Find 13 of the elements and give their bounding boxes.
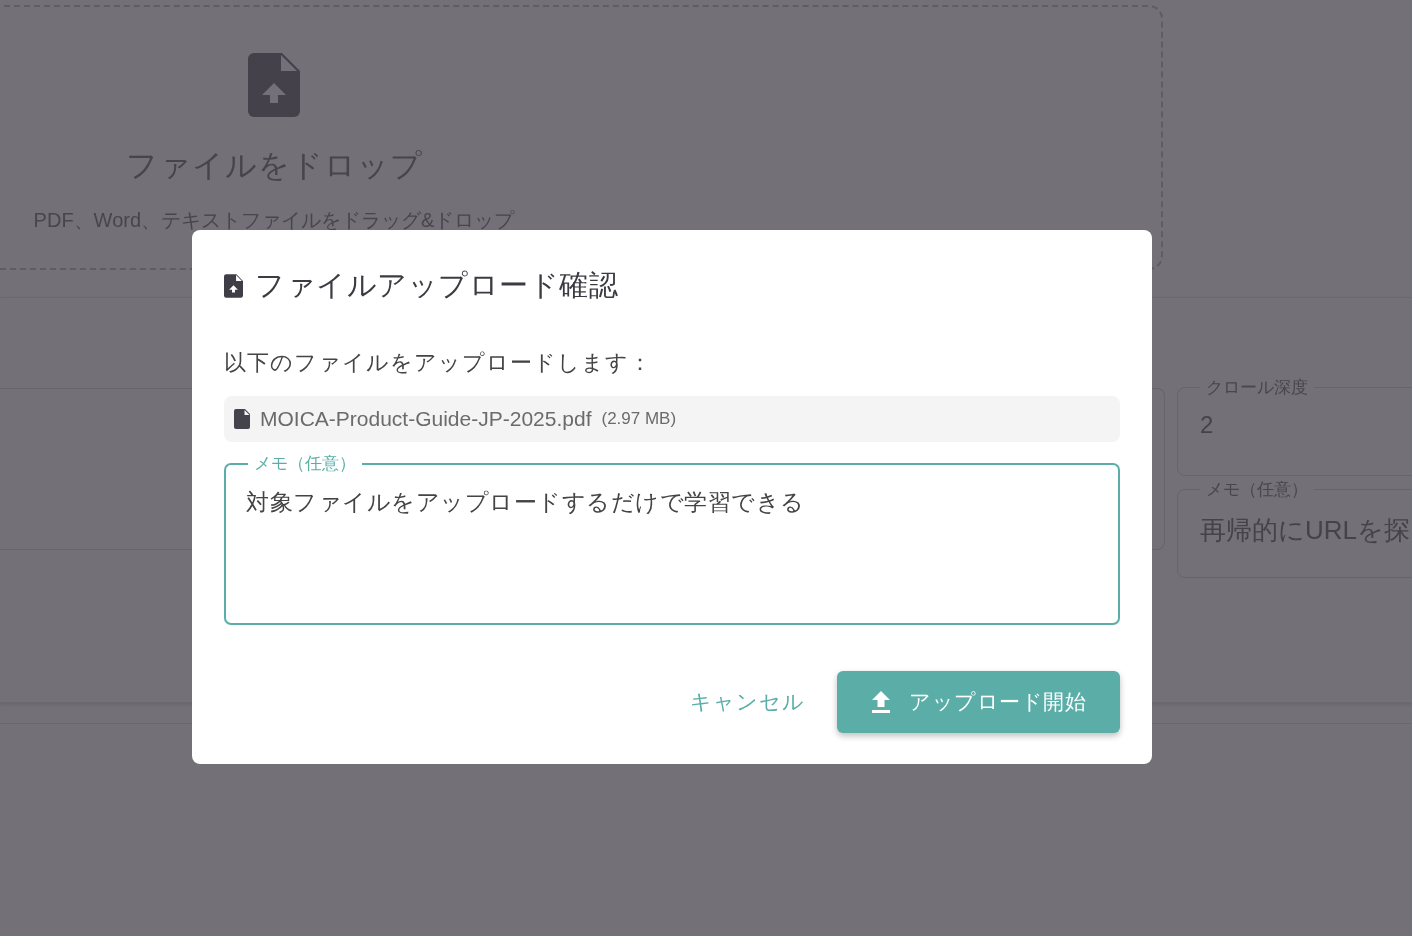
file-icon	[234, 409, 250, 429]
upload-icon	[871, 691, 891, 713]
memo-field[interactable]: メモ（任意） 対象ファイルをアップロードするだけで学習できる	[224, 452, 1120, 625]
file-name: MOICA-Product-Guide-JP-2025.pdf	[260, 407, 592, 431]
dialog-message: 以下のファイルをアップロードします：	[224, 349, 653, 377]
start-upload-button[interactable]: アップロード開始	[837, 671, 1120, 733]
dialog-title: ファイルアップロード確認	[255, 268, 618, 303]
file-upload-icon	[248, 53, 300, 117]
file-upload-icon	[224, 274, 243, 298]
memo-label: メモ（任意）	[253, 453, 357, 475]
memo-input[interactable]: 対象ファイルをアップロードするだけで学習できる	[246, 475, 1098, 617]
cancel-button[interactable]: キャンセル	[690, 680, 805, 724]
file-size: (2.97 MB)	[601, 409, 677, 429]
